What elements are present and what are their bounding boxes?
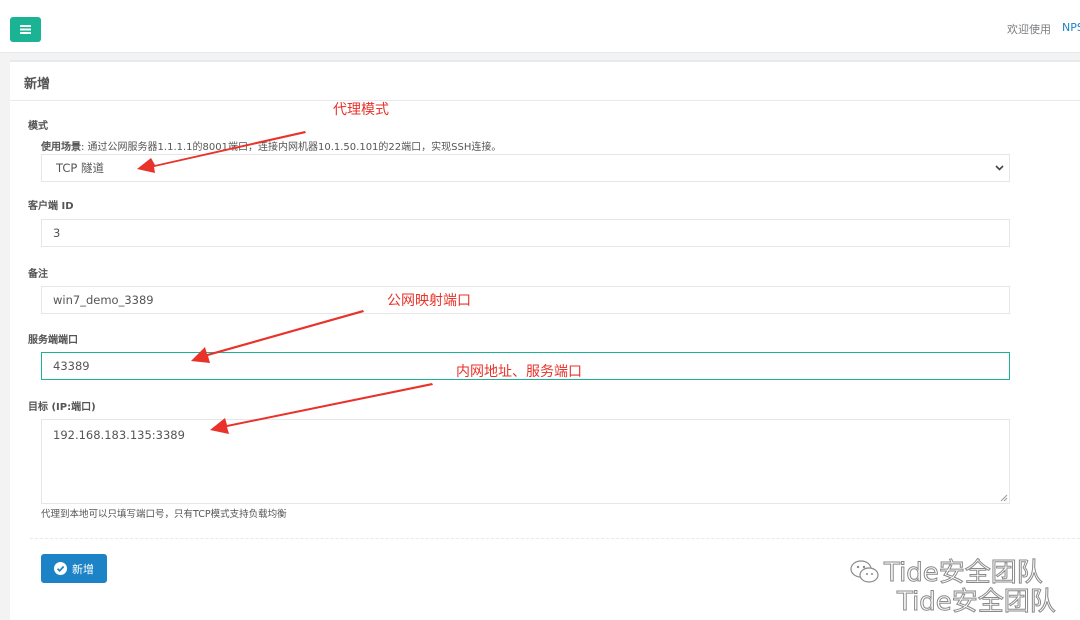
form-divider [30,538,1080,539]
target-textarea[interactable]: 192.168.183.135:3389 [41,419,1010,504]
mode-label: 模式 [28,121,48,132]
client-id-input[interactable]: 3 [41,219,1010,247]
add-submit-label: 新增 [72,562,94,576]
client-id-label: 客户端 ID [28,201,74,212]
target-value: 192.168.183.135:3389 [53,428,185,442]
mode-hint-bold: 使用场景 [41,142,81,153]
check-circle-icon [54,562,67,575]
wechat-logo-icon [850,560,879,583]
resize-handle-icon[interactable] [1000,494,1008,502]
remark-input[interactable]: win7_demo_3389 [41,286,1010,314]
annotation-proxy-mode: 代理模式 [333,102,389,118]
panel-divider [10,100,1080,101]
add-tunnel-panel: 新增 模式 使用场景: 通过公网服务器1.1.1.1的8001端口，连接内网机器… [10,60,1080,620]
menu-toggle-button[interactable] [10,17,41,42]
server-port-label: 服务端端口 [28,335,78,346]
top-navbar: 欢迎使用 NPS [0,0,1080,53]
mode-select[interactable]: TCP 隧道 [41,154,1010,182]
annotation-public-port: 公网映射端口 [387,293,471,309]
mode-hint-text: : 通过公网服务器1.1.1.1的8001端口，连接内网机器10.1.50.10… [81,142,502,153]
remark-label: 备注 [28,269,48,280]
panel-title: 新增 [24,77,51,92]
chevron-down-icon [995,165,1004,171]
hamburger-icon [20,25,31,34]
annotation-internal-address: 内网地址、服务端口 [456,364,582,380]
watermark-line2: Tide安全团队 [897,587,1057,618]
target-help-text: 代理到本地可以只填写端口号，只有TCP模式支持负载均衡 [41,509,287,520]
welcome-text: 欢迎使用 [1007,23,1051,36]
add-submit-button[interactable]: 新增 [41,554,107,583]
mode-select-value: TCP 隧道 [56,161,104,175]
target-label: 目标 (IP:端口) [28,402,96,413]
mode-hint: 使用场景: 通过公网服务器1.1.1.1的8001端口，连接内网机器10.1.5… [41,138,501,153]
nps-link[interactable]: NPS [1062,21,1080,34]
